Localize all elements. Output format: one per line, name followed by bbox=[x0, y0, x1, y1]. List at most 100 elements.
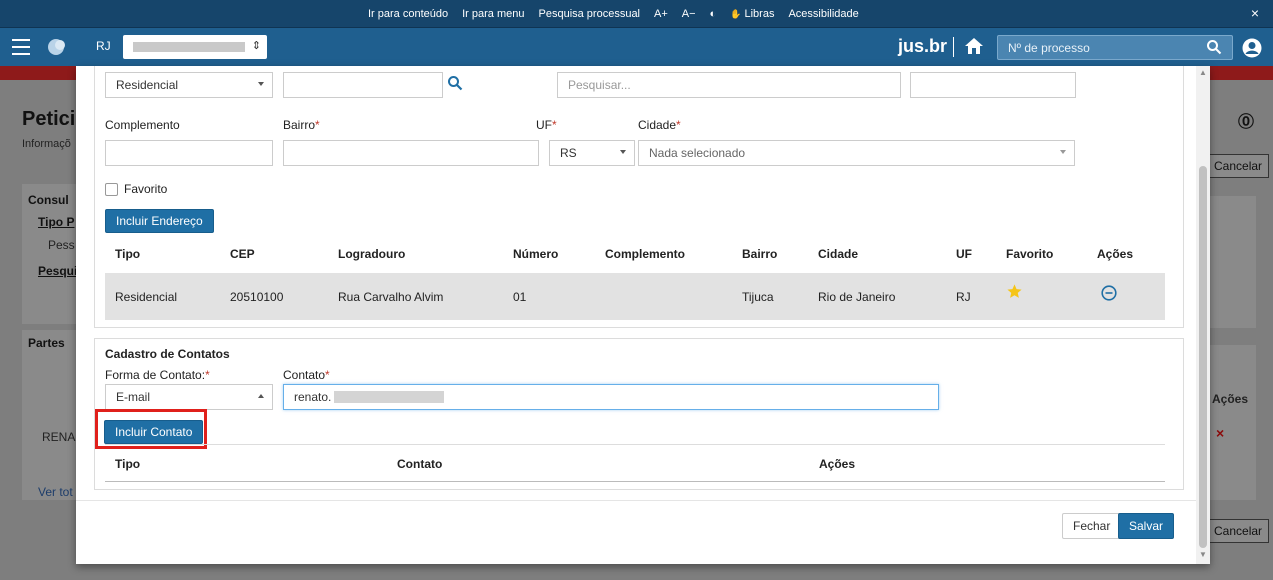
col-header-numero: Número bbox=[513, 247, 559, 261]
table-divider bbox=[105, 481, 1165, 482]
col-header-logradouro: Logradouro bbox=[338, 247, 406, 261]
scrollbar-thumb[interactable] bbox=[1199, 166, 1207, 548]
consulta-label: Consul bbox=[28, 193, 69, 207]
logradouro-input[interactable] bbox=[557, 72, 901, 98]
cell-tipo: Residencial bbox=[115, 290, 178, 304]
address-type-value: Residencial bbox=[116, 78, 179, 92]
bairro-input[interactable] bbox=[283, 140, 539, 166]
remove-circle-icon[interactable] bbox=[1101, 285, 1117, 301]
contato-label: Contato* bbox=[283, 368, 330, 382]
forma-contato-select[interactable]: E-mail bbox=[105, 384, 273, 410]
right-card bbox=[1210, 196, 1256, 328]
page-title: Petici bbox=[22, 108, 76, 130]
caret-down-icon bbox=[258, 82, 264, 86]
contact-col-acoes: Ações bbox=[819, 457, 856, 471]
caret-down-icon bbox=[1060, 150, 1066, 154]
cidade-select[interactable]: Nada selecionado bbox=[638, 140, 1075, 166]
font-increase-link[interactable]: A+ bbox=[654, 8, 668, 20]
partes-card bbox=[22, 330, 82, 500]
cidade-value: Nada selecionado bbox=[649, 146, 746, 160]
tipo-value: Pess bbox=[48, 238, 75, 252]
uf-select[interactable]: RS bbox=[549, 140, 635, 166]
contato-input[interactable]: renato. bbox=[283, 384, 939, 410]
remove-icon[interactable]: × bbox=[1216, 425, 1224, 441]
star-icon[interactable] bbox=[1006, 283, 1023, 300]
cancel-button-bottom[interactable]: Cancelar bbox=[1207, 519, 1270, 543]
cell-uf: RJ bbox=[956, 290, 971, 304]
complemento-label: Complemento bbox=[105, 118, 180, 132]
fechar-button[interactable]: Fechar bbox=[1062, 513, 1122, 539]
libras-link[interactable]: ✋ Libras bbox=[730, 8, 774, 20]
numero-input[interactable] bbox=[910, 72, 1076, 98]
scroll-down-icon[interactable]: ▼ bbox=[1199, 550, 1207, 559]
court-select-value-redacted bbox=[133, 42, 245, 52]
process-search-link[interactable]: Pesquisa processual bbox=[539, 8, 641, 20]
search-icon[interactable] bbox=[447, 75, 463, 91]
favorito-checkbox[interactable] bbox=[105, 183, 118, 196]
help-icon[interactable]: ⓪ bbox=[1238, 108, 1254, 132]
contato-value-redacted bbox=[334, 391, 444, 403]
bairro-label: Bairro* bbox=[283, 118, 320, 132]
brand-logo[interactable]: jus.br bbox=[898, 36, 947, 57]
col-header-acoes: Ações bbox=[1097, 247, 1134, 261]
home-icon[interactable] bbox=[964, 37, 984, 55]
cell-numero: 01 bbox=[513, 290, 527, 304]
page-subtitle: Informaçõ bbox=[22, 138, 71, 150]
search-icon[interactable] bbox=[1206, 39, 1222, 55]
contact-col-contato: Contato bbox=[397, 457, 443, 471]
modal-scrollbar[interactable]: ▲ ▼ bbox=[1196, 66, 1210, 564]
skip-to-content-link[interactable]: Ir para conteúdo bbox=[368, 8, 448, 20]
cidade-label: Cidade* bbox=[638, 118, 681, 132]
col-header-favorito: Favorito bbox=[1006, 247, 1054, 261]
pesquisa-label: Pesqui bbox=[38, 264, 78, 278]
uf-value: RS bbox=[560, 146, 577, 160]
cep-input[interactable] bbox=[283, 72, 443, 98]
col-header-cidade: Cidade bbox=[818, 247, 859, 261]
incluir-endereco-button[interactable]: Incluir Endereço bbox=[105, 209, 214, 233]
address-contact-modal: Residencial Complemento Bairro* UF* Cida… bbox=[76, 66, 1210, 564]
logo-icon bbox=[48, 39, 65, 55]
col-header-bairro: Bairro bbox=[742, 247, 778, 261]
party-row-name: RENA bbox=[42, 430, 76, 444]
col-header-tipo: Tipo bbox=[115, 247, 141, 261]
process-number-input[interactable] bbox=[998, 36, 1188, 59]
app-header: RJ ⇕ jus.br bbox=[0, 28, 1273, 66]
cell-logradouro: Rua Carvalho Alvim bbox=[338, 290, 444, 304]
court-select[interactable]: ⇕ bbox=[123, 35, 267, 59]
forma-contato-label: Forma de Contato:* bbox=[105, 368, 210, 382]
libras-label: Libras bbox=[744, 8, 775, 20]
menu-icon[interactable] bbox=[12, 39, 30, 55]
contato-value: renato. bbox=[294, 390, 332, 404]
uf-label: UF* bbox=[536, 118, 557, 132]
contact-col-tipo: Tipo bbox=[115, 457, 141, 471]
salvar-button[interactable]: Salvar bbox=[1118, 513, 1175, 539]
incluir-contato-button[interactable]: Incluir Contato bbox=[104, 420, 204, 444]
favorito-label: Favorito bbox=[124, 182, 168, 196]
header-divider bbox=[953, 37, 954, 57]
address-type-select[interactable]: Residencial bbox=[105, 72, 273, 98]
caret-up-icon bbox=[258, 394, 264, 398]
cancel-button-top[interactable]: Cancelar bbox=[1207, 154, 1270, 178]
complemento-input[interactable] bbox=[105, 140, 273, 166]
user-icon[interactable] bbox=[1242, 38, 1262, 58]
skip-to-menu-link[interactable]: Ir para menu bbox=[462, 8, 524, 20]
acoes-header: Ações bbox=[1212, 392, 1249, 406]
cell-bairro: Tijuca bbox=[742, 290, 774, 304]
region-label: RJ bbox=[96, 39, 111, 53]
chevron-updown-icon: ⇕ bbox=[251, 40, 261, 52]
accessibility-link[interactable]: Acessibilidade bbox=[788, 8, 858, 20]
cell-cep: 20510100 bbox=[230, 290, 284, 304]
partes-label: Partes bbox=[28, 336, 65, 350]
footer-divider bbox=[76, 500, 1196, 501]
contrast-icon[interactable]: ◐ bbox=[710, 8, 717, 20]
table-divider bbox=[105, 444, 1165, 445]
accessibility-links: Ir para conteúdo Ir para menu Pesquisa p… bbox=[368, 0, 859, 28]
scroll-up-icon[interactable]: ▲ bbox=[1199, 68, 1207, 77]
cell-cidade: Rio de Janeiro bbox=[818, 290, 896, 304]
font-decrease-link[interactable]: A− bbox=[682, 8, 696, 20]
caret-down-icon bbox=[620, 150, 626, 154]
contacts-section-title: Cadastro de Contatos bbox=[105, 347, 230, 361]
close-icon[interactable]: × bbox=[1251, 5, 1259, 21]
col-header-complemento: Complemento bbox=[605, 247, 686, 261]
ver-todos-link[interactable]: Ver tot bbox=[38, 485, 73, 499]
